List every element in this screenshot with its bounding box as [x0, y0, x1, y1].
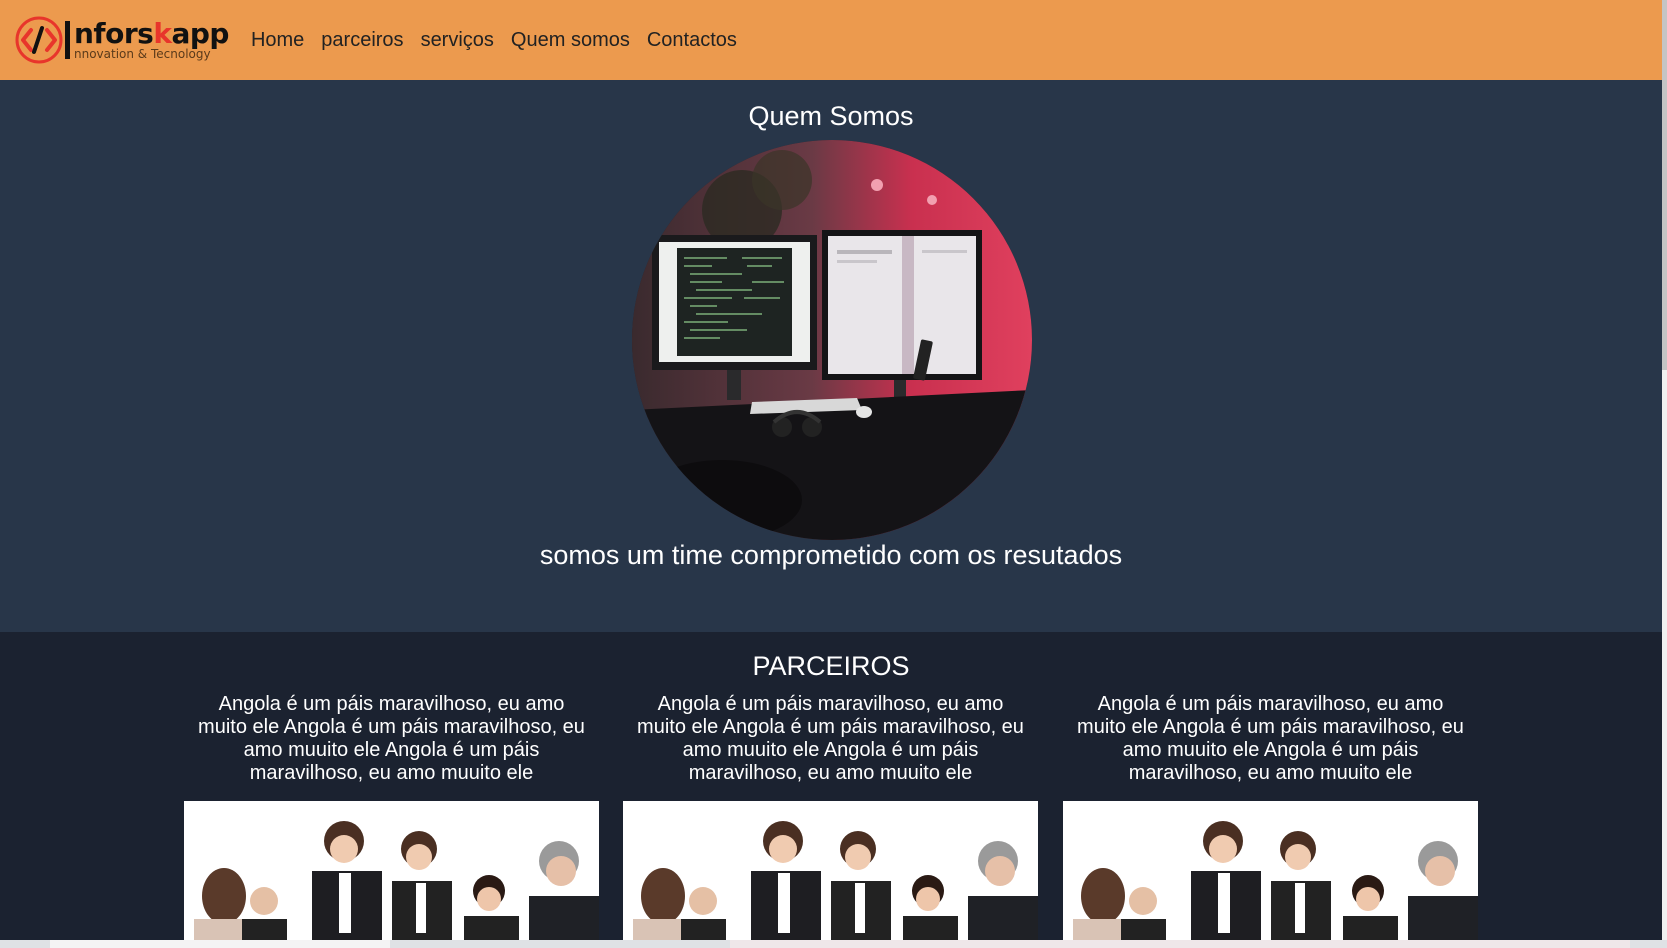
- partner-team-photo: [1063, 801, 1478, 948]
- partner-card: Angola é um páis maravilhoso, eu amo mui…: [1063, 693, 1478, 785]
- main-nav: Home parceiros serviços Quem somos Conta…: [251, 29, 754, 52]
- nav-parceiros[interactable]: parceiros: [321, 29, 403, 52]
- team-illustration: [1063, 801, 1478, 948]
- team-illustration: [623, 801, 1038, 948]
- page-scrollbar[interactable]: [1662, 0, 1667, 948]
- brand-name: nforskapp: [74, 17, 229, 50]
- partner-team-photo: [623, 801, 1038, 948]
- nav-home[interactable]: Home: [251, 29, 304, 52]
- partners-section: PARCEIROS Angola é um páis maravilhoso, …: [0, 632, 1662, 948]
- partners-title: PARCEIROS: [752, 651, 910, 681]
- site-header: nforskapp nnovation & Tecnology Home par…: [0, 0, 1667, 80]
- workspace-illustration: [632, 140, 1032, 540]
- about-title: Quem Somos: [748, 101, 914, 131]
- code-logo-icon: [15, 16, 63, 64]
- brand-tagline: nnovation & Tecnology: [74, 47, 211, 61]
- partner-card: Angola é um páis maravilhoso, eu amo mui…: [184, 693, 599, 785]
- partner-team-photo: [184, 801, 599, 948]
- about-section: Quem Somos somos um time comprometido co…: [0, 80, 1662, 632]
- scrollbar-thumb[interactable]: [1662, 0, 1667, 370]
- team-illustration: [184, 801, 599, 948]
- nav-contactos[interactable]: Contactos: [647, 29, 737, 52]
- partner-card-text: Angola é um páis maravilhoso, eu amo mui…: [637, 693, 1024, 784]
- about-tagline: somos um time comprometido com os resuta…: [539, 540, 1123, 570]
- brand-logo[interactable]: nforskapp nnovation & Tecnology: [14, 15, 229, 65]
- strip-segment: [50, 940, 390, 948]
- partner-card: Angola é um páis maravilhoso, eu amo mui…: [623, 693, 1038, 785]
- logo-i-bar: [65, 21, 70, 59]
- workspace-photo: [632, 140, 1032, 540]
- strip-segment: [730, 940, 1630, 948]
- bottom-system-strip: [0, 940, 1667, 948]
- partner-card-text: Angola é um páis maravilhoso, eu amo mui…: [198, 693, 585, 784]
- partner-card-text: Angola é um páis maravilhoso, eu amo mui…: [1077, 693, 1464, 784]
- nav-quem-somos[interactable]: Quem somos: [511, 29, 630, 52]
- nav-servicos[interactable]: serviços: [421, 29, 494, 52]
